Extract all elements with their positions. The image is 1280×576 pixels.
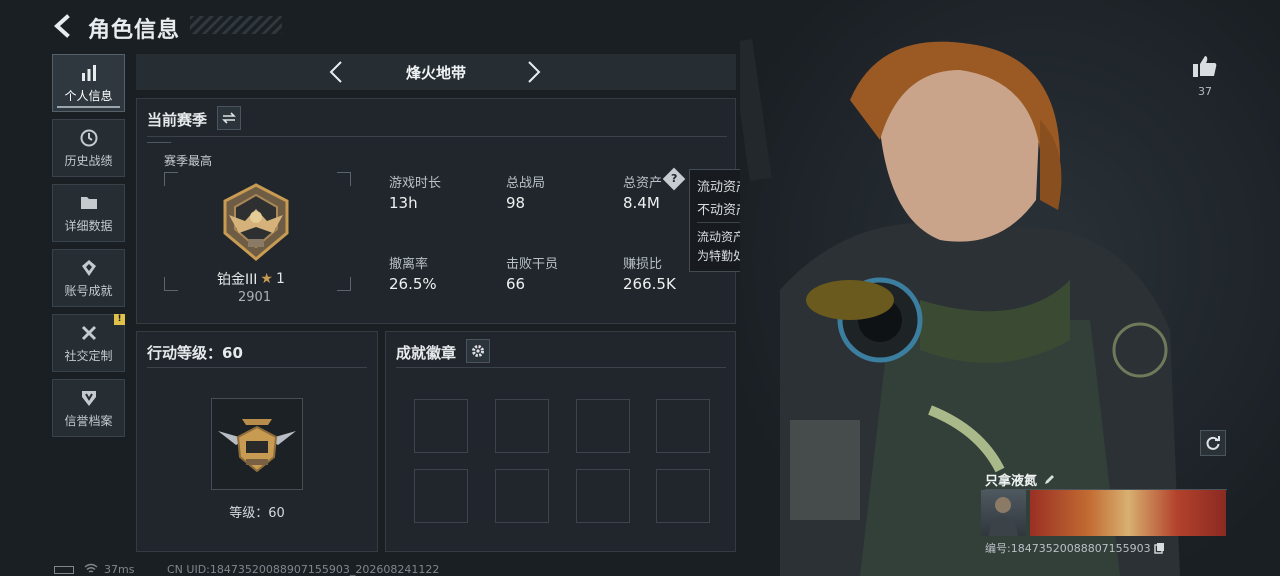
action-level-panel: 行动等级：60 等级：60 (136, 331, 378, 552)
action-level-title: 行动等级：60 (147, 344, 243, 362)
stat-label-total-assets: 总资产 (623, 176, 663, 191)
divider (147, 136, 727, 137)
copy-icon[interactable] (1153, 542, 1165, 554)
gear-icon (472, 345, 484, 357)
avatar-figure-icon (989, 497, 1018, 536)
switch-season-button[interactable] (217, 106, 241, 130)
warning-badge: ! (114, 314, 125, 325)
sidebar-item-credit-file[interactable]: 信誉档案 (52, 379, 125, 437)
stat-label-playtime: 游戏时长 (389, 176, 442, 191)
ping-text: 37ms (104, 563, 135, 576)
avatar[interactable] (981, 490, 1026, 536)
stat-label-kills: 击败干员 (506, 257, 559, 272)
mode-selector: 烽火地带 (136, 54, 736, 90)
sidebar-item-detailed-data[interactable]: 详细数据 (52, 184, 125, 242)
sidebar-item-achievements[interactable]: 账号成就 (52, 249, 125, 307)
sidebar-item-label: 个人信息 (64, 88, 113, 103)
page-title: 角色信息 (88, 18, 181, 43)
achievement-slot[interactable] (656, 469, 710, 523)
star-icon: ★ (260, 271, 273, 287)
sidebar-item-label: 信誉档案 (64, 413, 113, 428)
battery-icon (54, 566, 74, 574)
sidebar-item-social-custom[interactable]: 社交定制 ! (52, 314, 125, 372)
player-id: 编号:18473520088807155903 (985, 542, 1151, 555)
achievement-slot[interactable] (576, 469, 630, 523)
achievement-slot[interactable] (414, 399, 468, 453)
level-text: 等级：60 (229, 506, 285, 521)
stat-value-total-assets: 8.4M (623, 194, 660, 212)
stat-label-matches: 总战局 (506, 176, 546, 191)
thumbs-up-icon[interactable] (1192, 54, 1218, 78)
player-id-row: 编号:18473520088807155903 (985, 540, 1165, 556)
stat-value-extract-rate: 26.5% (389, 275, 437, 293)
folder-icon (80, 196, 97, 209)
shield-icon (81, 390, 96, 406)
frame-corner (337, 277, 351, 291)
sidebar-item-label: 历史战绩 (64, 153, 113, 168)
achievements-panel: 成就徽章 (385, 331, 736, 552)
clock-icon (80, 129, 97, 146)
wifi-icon (84, 563, 98, 573)
rank-name-row: 铂金III ★ 1 (217, 269, 285, 289)
stat-label-profit-ratio: 赚损比 (623, 257, 663, 272)
achievement-slot[interactable] (656, 399, 710, 453)
stat-value-kills: 66 (506, 275, 526, 293)
tools-icon (81, 325, 96, 340)
achievement-slot[interactable] (414, 469, 468, 523)
chevron-right-icon[interactable] (526, 60, 542, 84)
achievement-slot[interactable] (495, 399, 549, 453)
frame-corner (164, 277, 178, 291)
stat-value-matches: 98 (506, 194, 526, 212)
name-card-banner[interactable] (1030, 490, 1226, 536)
back-arrow-icon[interactable] (52, 14, 74, 38)
season-panel: 当前赛季 ━━━━━━━━ 赛季最高 铂金III ★ 1 2901 游戏时长 1… (136, 98, 736, 324)
swap-icon (222, 112, 236, 124)
player-name: 只拿液氮 (985, 474, 1038, 489)
sidebar-item-personal-info[interactable]: 个人信息 (52, 54, 125, 112)
level-emblem-frame (211, 398, 303, 490)
rotate-model-button[interactable] (1200, 430, 1226, 456)
achievements-title: 成就徽章 (396, 344, 457, 362)
level-emblem-icon (218, 419, 296, 473)
decor-text: ━━━━━━━━ (147, 140, 172, 146)
medal-icon (81, 259, 96, 276)
stat-value-profit-ratio: 266.5K (623, 275, 676, 293)
sidebar-item-history[interactable]: 历史战绩 (52, 119, 125, 177)
sidebar-item-label: 账号成就 (64, 283, 113, 298)
season-best-label: 赛季最高 (164, 154, 213, 168)
uid-text: CN UID:18473520088907155903_202608241122 (167, 563, 440, 576)
refresh-icon (1206, 436, 1220, 450)
stat-label-extract-rate: 撤离率 (389, 257, 429, 272)
frame-corner (337, 172, 351, 186)
likes-count: 37 (1198, 85, 1212, 98)
edit-icon[interactable] (1043, 473, 1056, 486)
rank-emblem-icon (223, 183, 289, 261)
rank-stars: 1 (275, 271, 285, 287)
achievement-slot[interactable] (576, 399, 630, 453)
help-icon[interactable]: ? (662, 167, 686, 191)
bar-chart-icon (81, 64, 96, 81)
rank-name: 铂金III (217, 272, 258, 288)
sidebar-item-label: 详细数据 (64, 218, 113, 233)
title-decoration (190, 16, 282, 34)
achievement-slot[interactable] (495, 469, 549, 523)
rank-points: 2901 (238, 290, 272, 305)
season-title: 当前赛季 (147, 111, 208, 129)
mode-label: 烽火地带 (405, 64, 466, 82)
sidebar-item-label: 社交定制 (64, 348, 113, 363)
divider (396, 367, 726, 368)
stat-value-playtime: 13h (389, 194, 418, 212)
achievement-settings-button[interactable] (466, 339, 490, 363)
frame-corner (164, 172, 178, 186)
divider (147, 367, 367, 368)
player-name-row: 只拿液氮 (985, 470, 1056, 489)
